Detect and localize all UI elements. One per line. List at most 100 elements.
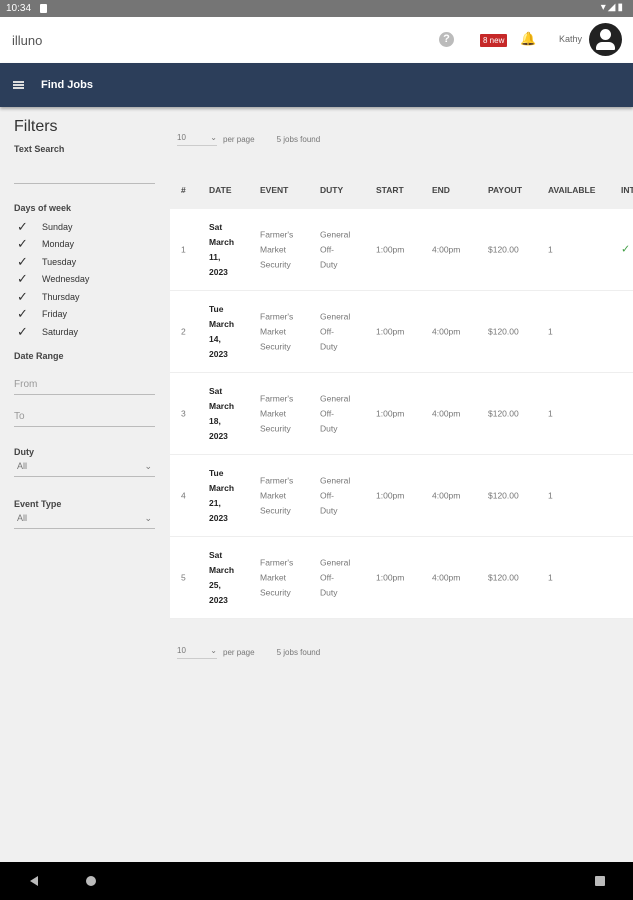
available-cell: 1: [548, 326, 553, 336]
date-range-label: Date Range: [14, 350, 64, 361]
check-icon: ✓: [17, 323, 28, 339]
line: Off-: [320, 572, 335, 582]
table-row[interactable]: 2 Tue March 14, 2023 Farmer's Market Security…: [170, 291, 633, 373]
per-page-select[interactable]: 10 ⌄: [177, 646, 217, 659]
table-row[interactable]: 5 Sat March 25, 2023 Farmer's Market Security…: [170, 537, 633, 619]
end-cell: 4:00pm: [432, 572, 461, 582]
line: March: [209, 318, 235, 329]
duty-select[interactable]: All ⌄: [14, 457, 155, 477]
start-cell: 1:00pm: [376, 408, 405, 418]
bell-icon[interactable]: 🔔: [520, 31, 536, 47]
event-cell: Farmer's Market Security: [260, 227, 293, 272]
day-checkbox-wednesday[interactable]: ✓ Wednesday: [14, 271, 155, 289]
day-label: Friday: [42, 309, 68, 320]
line: Security: [260, 259, 291, 269]
column-header[interactable]: AVAILABLE: [548, 183, 595, 198]
line: Market: [260, 326, 286, 336]
user-name[interactable]: Kathy: [559, 34, 582, 44]
line: Tue: [209, 467, 224, 478]
line: 2023: [209, 266, 228, 277]
column-header[interactable]: DUTY: [320, 183, 343, 198]
column-header[interactable]: DATE: [209, 183, 232, 198]
text-search-input[interactable]: [14, 154, 155, 184]
day-label: Saturday: [42, 326, 79, 337]
line: Farmer's: [260, 229, 294, 239]
table-row[interactable]: 3 Sat March 18, 2023 Farmer's Market Security…: [170, 373, 633, 455]
line: Security: [260, 423, 291, 433]
event-cell: Farmer's Market Security: [260, 391, 293, 436]
date-cell: Tue March 21, 2023: [209, 466, 234, 526]
days-of-week-label: Days of week: [14, 203, 72, 213]
line: Security: [260, 341, 291, 351]
event-type-select[interactable]: All ⌄: [14, 509, 155, 529]
column-header[interactable]: START: [376, 183, 404, 198]
day-checkbox-tuesday[interactable]: ✓ Tuesday: [14, 253, 155, 271]
line: 2023: [209, 430, 228, 441]
new-notifications-badge[interactable]: 8 new: [480, 34, 508, 47]
column-header[interactable]: INT: [621, 183, 633, 198]
line: March: [209, 236, 235, 247]
system-nav-bar: [0, 862, 633, 900]
table-row[interactable]: 4 Tue March 21, 2023 Farmer's Market Security…: [170, 455, 633, 537]
event-cell: Farmer's Market Security: [260, 555, 293, 600]
line: 2023: [209, 594, 228, 605]
line: Off-: [320, 408, 335, 418]
help-icon[interactable]: ?: [439, 32, 454, 47]
line: General: [320, 557, 351, 567]
line: Farmer's: [260, 311, 294, 321]
pager-bottom: 10 ⌄ per page 5 jobs found: [177, 646, 320, 659]
day-checkbox-saturday[interactable]: ✓ Saturday: [14, 323, 155, 341]
home-icon[interactable]: [86, 876, 96, 886]
interested-check-icon[interactable]: ✓: [621, 242, 630, 257]
filters-panel: Filters Text Search Days of week ✓ Sunday…: [14, 118, 155, 529]
line: 14,: [209, 333, 221, 344]
chevron-down-icon: ⌄: [210, 133, 217, 142]
per-page-value: 10: [177, 646, 186, 655]
page-title: Find Jobs: [41, 79, 93, 91]
duty-cell: General Off- Duty: [320, 555, 350, 600]
duty-label: Duty: [14, 446, 34, 457]
duty-cell: General Off- Duty: [320, 391, 350, 436]
nav-bar: Find Jobs: [0, 63, 633, 107]
day-label: Thursday: [42, 291, 80, 302]
line: Duty: [320, 259, 338, 269]
line: Sat: [209, 549, 223, 560]
available-cell: 1: [548, 490, 553, 500]
payout-cell: $120.00: [488, 326, 519, 336]
pager-top: 10 ⌄ per page 5 jobs found: [177, 133, 320, 146]
chevron-down-icon: ⌄: [144, 460, 152, 471]
column-header[interactable]: #: [181, 183, 186, 198]
avatar[interactable]: [589, 23, 622, 56]
status-bar: 10:34 ▾◢▮: [0, 0, 633, 17]
app-header: illuno ? 8 new 🔔 Kathy: [0, 17, 633, 63]
duty-cell: General Off- Duty: [320, 473, 350, 518]
date-cell: Sat March 18, 2023: [209, 384, 234, 444]
line: 18,: [209, 415, 221, 426]
line: Farmer's: [260, 475, 294, 485]
day-checkbox-thursday[interactable]: ✓ Thursday: [14, 288, 155, 306]
per-page-select[interactable]: 10 ⌄: [177, 133, 217, 146]
back-icon[interactable]: [30, 876, 38, 886]
table-row[interactable]: 1 Sat March 11, 2023 Farmer's Market Security…: [170, 209, 633, 291]
column-header[interactable]: EVENT: [260, 183, 288, 198]
line: General: [320, 393, 351, 403]
menu-icon[interactable]: [13, 81, 24, 89]
to-date-input[interactable]: To: [14, 411, 155, 427]
column-header[interactable]: PAYOUT: [488, 183, 522, 198]
duty-cell: General Off- Duty: [320, 227, 350, 272]
line: Off-: [320, 244, 335, 254]
from-date-input[interactable]: From: [14, 379, 155, 395]
app-title[interactable]: illuno: [12, 33, 42, 48]
line: General: [320, 311, 351, 321]
column-header[interactable]: END: [432, 183, 450, 198]
recents-icon[interactable]: [595, 876, 605, 886]
end-cell: 4:00pm: [432, 244, 461, 254]
line: 25,: [209, 579, 221, 590]
day-checkbox-monday[interactable]: ✓ Monday: [14, 236, 155, 254]
day-label: Sunday: [42, 221, 73, 232]
day-checkbox-sunday[interactable]: ✓ Sunday: [14, 218, 155, 236]
row-number: 3: [181, 408, 186, 418]
day-checkbox-friday[interactable]: ✓ Friday: [14, 306, 155, 324]
row-number: 2: [181, 326, 186, 336]
line: March: [209, 564, 235, 575]
